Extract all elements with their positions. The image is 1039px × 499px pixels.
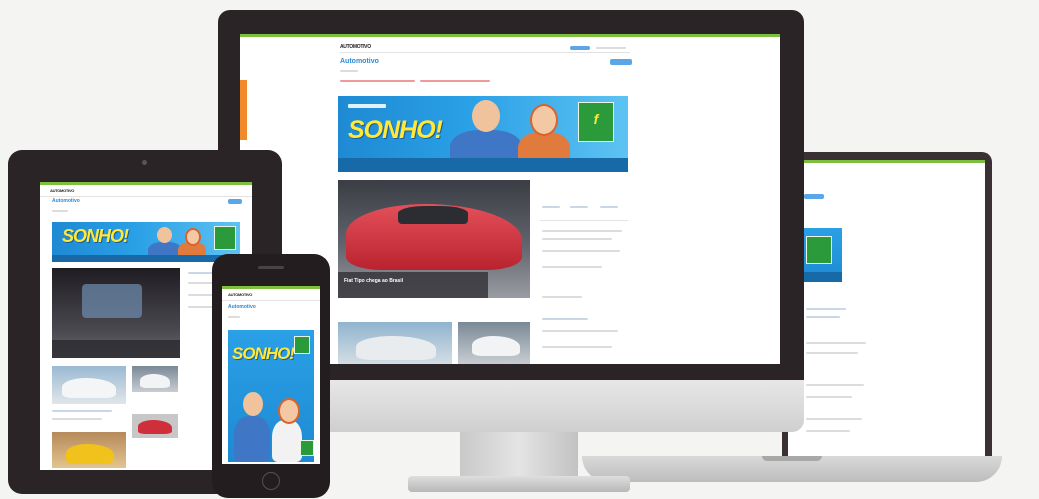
phone-banner-bottom-logo	[300, 440, 314, 456]
monitor-banner-footer	[338, 158, 628, 172]
laptop-screen	[788, 160, 985, 465]
tablet-site-logo[interactable]: AUTOMOTIVO	[50, 188, 74, 193]
monitor-banner-brand-mark: f	[593, 111, 599, 127]
tablet-section-button[interactable]	[228, 199, 242, 204]
phone-breadcrumb	[228, 316, 240, 318]
tablet-list-line	[52, 418, 102, 420]
monitor-sidebar-line	[542, 296, 582, 298]
tablet-featured-caption-box	[52, 340, 180, 358]
tablet-list-line	[52, 410, 112, 412]
phone-banner-man	[234, 392, 270, 462]
monitor-banner[interactable]: SONHO! f	[338, 96, 628, 172]
laptop-menu-button[interactable]	[804, 194, 824, 199]
monitor-sidebar-line	[542, 330, 618, 332]
tablet-thumb-3[interactable]	[132, 414, 178, 438]
monitor-highlight-line	[420, 80, 490, 82]
laptop-text-line	[806, 430, 850, 432]
phone: AUTOMOTIVO Automotivo SONHO!	[212, 254, 330, 498]
tablet-thumb-4-car	[66, 444, 114, 464]
monitor-featured-caption-box	[338, 272, 488, 298]
tablet-banner-woman-head	[185, 228, 201, 246]
phone-topbar	[222, 286, 320, 289]
monitor-thumb-1[interactable]	[338, 322, 452, 364]
phone-section-title: Automotivo	[228, 304, 256, 310]
laptop-text-line	[806, 308, 846, 310]
tablet-banner-brand-logo	[214, 226, 236, 250]
laptop-topbar	[788, 160, 985, 163]
monitor-header-link[interactable]	[596, 47, 626, 49]
laptop-text-line	[806, 384, 864, 386]
tablet-section-title: Automotivo	[52, 198, 80, 204]
tablet-topbar	[40, 182, 252, 185]
tablet-thumb-2[interactable]	[132, 366, 178, 392]
laptop-text-line	[806, 418, 862, 420]
monitor-login-button[interactable]	[570, 46, 590, 50]
tablet-camera	[142, 160, 147, 165]
monitor-thumb-1-car	[356, 336, 436, 360]
phone-banner-woman	[272, 398, 302, 462]
laptop-text-line	[806, 342, 866, 344]
tablet-featured-photo[interactable]	[52, 268, 180, 358]
laptop-text-line	[806, 396, 852, 398]
monitor-banner-brand-logo: f	[578, 102, 614, 142]
monitor-sidebar-rule	[540, 220, 628, 221]
monitor-banner-pretitle	[348, 104, 386, 108]
monitor-site-logo[interactable]: AUTOMOTIVO	[340, 44, 371, 50]
phone-site-logo[interactable]: AUTOMOTIVO	[228, 292, 252, 297]
monitor-thumb-2-car	[472, 336, 520, 356]
laptop-text-line	[806, 316, 840, 318]
monitor-section-button[interactable]	[610, 59, 632, 65]
laptop-banner-logo	[806, 236, 832, 264]
monitor-sidebar-line	[542, 318, 588, 320]
monitor-left-tab[interactable]	[240, 80, 247, 140]
phone-home-button[interactable]	[262, 472, 280, 490]
laptop-banner[interactable]	[798, 228, 842, 282]
monitor-sidebar-line	[542, 266, 602, 268]
monitor-banner-woman-head	[530, 104, 558, 136]
monitor-sidebar-tab[interactable]	[542, 206, 560, 208]
phone-header-rule	[222, 300, 320, 301]
monitor-section-title: Automotivo	[340, 58, 379, 65]
monitor-featured-car-window	[398, 206, 468, 224]
monitor-sidebar-tab[interactable]	[570, 206, 588, 208]
tablet-thumb-1[interactable]	[52, 366, 126, 404]
tablet-thumb-1-car	[62, 378, 116, 398]
monitor-stand-base	[408, 476, 630, 492]
monitor-sidebar-line	[542, 230, 622, 232]
tablet-breadcrumb	[52, 210, 68, 212]
phone-banner-brand-logo	[294, 336, 310, 354]
phone-screen: AUTOMOTIVO Automotivo SONHO!	[222, 286, 320, 464]
monitor-header-rule	[340, 52, 630, 53]
phone-banner[interactable]: SONHO!	[228, 330, 314, 462]
monitor-banner-headline: SONHO!	[348, 116, 443, 144]
monitor-featured-photo[interactable]: Fiat Tipo chega ao Brasil	[338, 180, 530, 298]
monitor-breadcrumb	[340, 70, 358, 72]
tablet-header-rule	[40, 196, 252, 197]
monitor-sidebar-line	[542, 250, 620, 252]
tablet-thumb-2-car	[140, 374, 170, 388]
monitor-sidebar-line	[542, 346, 612, 348]
tablet-thumb-4[interactable]	[52, 432, 126, 468]
monitor-thumb-2[interactable]	[458, 322, 530, 364]
tablet-thumb-3-car	[138, 420, 172, 434]
monitor-featured-caption: Fiat Tipo chega ao Brasil	[344, 278, 404, 284]
tablet-featured-interior	[82, 284, 142, 318]
monitor-sidebar-line	[542, 238, 612, 240]
phone-speaker	[258, 266, 284, 269]
tablet-banner-man-head	[157, 227, 172, 243]
phone-banner-man-head	[243, 392, 263, 416]
phone-banner-woman-head	[278, 398, 300, 424]
monitor-highlight-line	[340, 80, 415, 82]
monitor-sidebar-tab[interactable]	[600, 206, 618, 208]
laptop-text-line	[806, 352, 858, 354]
phone-banner-headline: SONHO!	[232, 344, 295, 363]
laptop-banner-footer	[798, 272, 842, 282]
tablet-banner-headline: SONHO!	[62, 226, 129, 246]
monitor-banner-man-head	[472, 100, 500, 132]
monitor-topbar	[240, 34, 780, 37]
